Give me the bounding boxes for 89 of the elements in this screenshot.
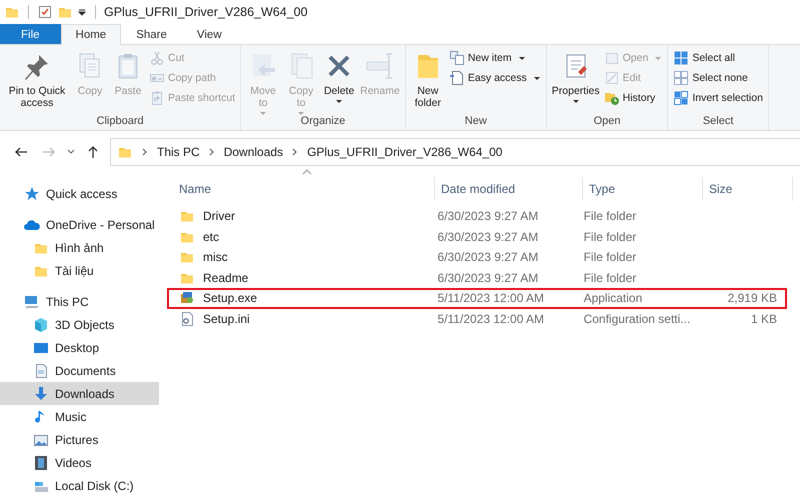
file-name: Setup.ini: [203, 312, 250, 326]
star-icon: [24, 186, 40, 202]
table-cell-text: 6/30/2023 9:27 AM: [436, 228, 540, 245]
file-name: Readme: [203, 270, 248, 285]
breadcrumb[interactable]: Downloads: [224, 145, 284, 159]
select-none-icon: [673, 70, 690, 86]
select-all-icon: [673, 50, 690, 66]
film-icon: [33, 454, 49, 470]
invert-selection-icon: [673, 90, 690, 106]
table-cell-text: 5/11/2023 12:00 AM: [436, 310, 546, 327]
window-title: GPlus_UFRII_Driver_V286_W64_00: [104, 5, 308, 19]
ribbon-button[interactable]: Select all: [671, 48, 765, 68]
ribbon-button[interactable]: History: [602, 88, 664, 108]
group-label: Open: [592, 115, 622, 129]
column-header[interactable]: Size: [703, 177, 793, 201]
table-cell-text: 6/30/2023 9:27 AM: [436, 270, 540, 286]
sort-caret-icon: [302, 169, 312, 175]
table-cell-text: File folder: [582, 228, 638, 245]
computer-icon: [24, 294, 40, 310]
breadcrumb[interactable]: This PC: [157, 145, 200, 159]
nav-item[interactable]: Documents: [0, 359, 159, 382]
file-name: Setup.exe: [203, 291, 258, 306]
nav-item[interactable]: Local Disk (C:): [0, 474, 159, 497]
table-cell-text: Configuration setti...: [582, 310, 692, 327]
ribbon-tab[interactable]: File: [0, 24, 61, 44]
table-cell: 1 KB: [750, 312, 777, 326]
ribbon-button[interactable]: Invert selection: [671, 88, 765, 108]
group-label: New: [464, 115, 488, 129]
shortcut-icon: [149, 90, 165, 106]
file-row[interactable]: Setup.exe 5/11/2023 12:00 AM Application 2,919 KB: [167, 288, 787, 308]
file-row[interactable]: etc 6/30/2023 9:27 AM File folder: [167, 226, 787, 247]
caret-icon[interactable]: [77, 7, 87, 17]
open-icon: [604, 50, 620, 66]
chevron-right-icon[interactable]: [291, 147, 300, 157]
file-row[interactable]: misc 6/30/2023 9:27 AM File folder: [167, 247, 787, 268]
file-name: etc: [203, 230, 220, 244]
address-bar[interactable]: This PC Downloads GPlus_UFRII_Driver_V286_W64_00: [110, 138, 800, 166]
table-cell-text: File folder: [582, 249, 638, 266]
group-label: Clipboard: [96, 115, 145, 129]
chevron-right-icon[interactable]: [208, 147, 216, 157]
nav-item[interactable]: OneDrive - Personal: [0, 213, 159, 236]
properties-icon[interactable]: [37, 4, 53, 20]
table-cell-text: 6/30/2023 9:27 AM: [436, 249, 540, 266]
ribbon-tab[interactable]: View: [182, 24, 237, 44]
scissors-icon: [149, 50, 165, 66]
nav-item[interactable]: Music: [0, 405, 159, 428]
document-icon: [448, 70, 465, 86]
table-cell-text: Application: [582, 290, 644, 306]
table-cell-text: 5/11/2023 12:00 AM: [436, 290, 546, 306]
table-cell-text: File folder: [582, 270, 638, 286]
ribbon-button[interactable]: Easy access: [446, 68, 543, 88]
chevron-right-icon[interactable]: [141, 147, 149, 157]
file-name: misc: [203, 250, 228, 264]
ribbon-button[interactable]: Pin to Quick access: [3, 48, 71, 112]
breadcrumb[interactable]: GPlus_UFRII_Driver_V286_W64_00: [307, 145, 502, 159]
column-header[interactable]: Name: [173, 177, 435, 201]
document-icon: [33, 362, 49, 378]
history-icon: [604, 90, 620, 106]
cube-icon: [33, 316, 49, 332]
ribbon-tab[interactable]: Share: [121, 24, 182, 44]
nav-item[interactable]: 3D Objects: [0, 313, 159, 336]
column-header[interactable]: Date modified: [435, 177, 583, 201]
column-header[interactable]: Type: [583, 177, 703, 201]
ribbon-tab[interactable]: Home: [60, 24, 122, 45]
file-row[interactable]: Setup.ini 5/11/2023 12:00 AM Configuration setti... 1 KB: [167, 308, 787, 329]
edit-icon: [604, 70, 620, 86]
nav-item[interactable]: Hình ảnh: [0, 236, 159, 259]
group-label: Organize: [300, 115, 346, 129]
nav-item[interactable]: Videos: [0, 451, 159, 474]
ribbon-button[interactable]: Delete: [320, 48, 358, 106]
nav-item[interactable]: Quick access: [0, 182, 159, 205]
ribbon-button[interactable]: Select none: [671, 68, 765, 88]
nav-item[interactable]: Desktop: [0, 336, 159, 359]
nav-item[interactable]: Tài liệu: [0, 259, 159, 282]
download-icon: [33, 386, 49, 402]
file-name: Driver: [203, 209, 235, 224]
table-cell-text: File folder: [582, 208, 638, 224]
ribbon-button[interactable]: New folder: [408, 48, 447, 112]
new-item-icon: [448, 50, 465, 66]
nav-item[interactable]: Pictures: [0, 428, 159, 451]
nav-item[interactable]: Downloads: [0, 382, 159, 405]
ribbon-button[interactable]: Properties: [550, 48, 602, 106]
table-cell-text: 6/30/2023 9:27 AM: [436, 208, 540, 224]
ribbon-button[interactable]: New item: [446, 48, 543, 68]
file-row[interactable]: Driver 6/30/2023 9:27 AM File folder: [167, 206, 787, 226]
file-row[interactable]: Readme 6/30/2023 9:27 AM File folder: [167, 268, 787, 288]
table-cell: 2,919 KB: [728, 291, 777, 306]
group-label: Select: [702, 115, 734, 129]
nav-item[interactable]: This PC: [0, 290, 159, 313]
